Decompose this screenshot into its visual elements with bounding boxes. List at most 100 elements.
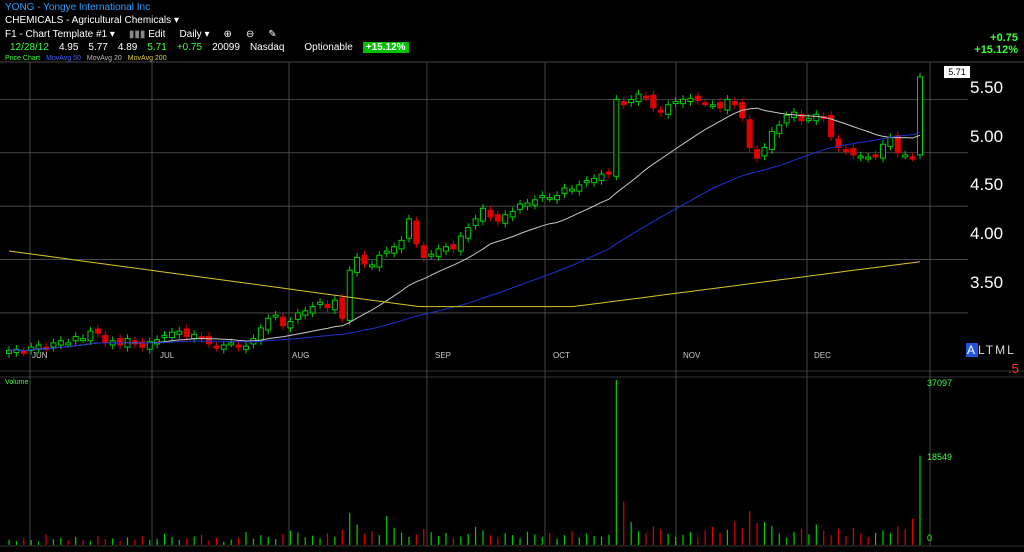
volume-bar	[289, 530, 292, 545]
candle-body	[761, 146, 768, 157]
candle-body	[94, 328, 101, 334]
candle-body	[20, 350, 27, 354]
candle-body	[642, 95, 649, 99]
month-label: DEC	[814, 351, 831, 360]
volume-bar	[815, 524, 817, 545]
candle-body	[317, 301, 324, 305]
volume-bar	[860, 533, 862, 545]
volume-bar	[519, 538, 521, 545]
candle-body	[509, 211, 516, 218]
volume-bar	[238, 537, 240, 545]
volume-bar	[852, 527, 854, 545]
volume-bar	[460, 536, 462, 545]
candle-body	[376, 254, 383, 268]
volume-bar	[800, 528, 803, 545]
volume-bar	[778, 533, 780, 545]
volume-bar	[408, 536, 410, 545]
volume-bar	[378, 535, 380, 545]
candle-body	[813, 113, 820, 122]
volume-bar	[319, 538, 321, 545]
volume-tick: 0	[927, 533, 933, 543]
candle-body	[517, 203, 524, 210]
candle-body	[694, 95, 701, 101]
altml-tag[interactable]: ALTML	[966, 343, 1016, 357]
volume-bar	[911, 518, 914, 545]
volume-bar	[830, 535, 832, 545]
candle-body	[554, 194, 561, 201]
candle-body	[805, 118, 812, 122]
candle-body	[480, 207, 487, 222]
volume-bar	[712, 526, 714, 545]
price-tick: 3.50	[970, 273, 1004, 292]
volume-bar	[223, 541, 225, 545]
volume-bar	[452, 537, 454, 545]
volume-bar	[571, 531, 573, 545]
volume-bar	[341, 529, 343, 545]
candle-body	[842, 149, 849, 153]
candle-body	[776, 124, 783, 135]
price-tick: 5.50	[970, 78, 1004, 97]
candle-body	[294, 312, 301, 320]
volume-bar	[637, 531, 640, 545]
candle-body	[568, 188, 575, 192]
candle-body	[465, 227, 472, 239]
candle-body	[917, 76, 923, 156]
volume-bar	[371, 531, 373, 545]
volume-bar	[741, 528, 743, 545]
volume-bar	[674, 536, 677, 545]
candle-body	[220, 344, 227, 350]
candle-body	[605, 171, 612, 175]
volume-bar	[556, 538, 558, 545]
volume-bar	[149, 540, 151, 545]
volume-bar	[23, 538, 25, 545]
candle-body	[865, 156, 872, 160]
candle-body	[583, 180, 590, 184]
candle-body	[894, 135, 901, 154]
volume-bar	[756, 523, 758, 545]
candle-body	[872, 154, 879, 158]
current-price-tag: 5.71	[944, 66, 970, 78]
price-chart[interactable]	[0, 0, 1024, 552]
volume-bar	[400, 532, 403, 545]
volume-bar	[704, 530, 706, 545]
candle-body	[280, 316, 287, 327]
candle-body	[428, 253, 435, 257]
candle-body	[502, 214, 509, 224]
candle-body	[442, 246, 449, 252]
candle-body	[665, 104, 672, 115]
volume-bar	[882, 530, 884, 545]
candle-body	[687, 97, 694, 103]
month-label: SEP	[435, 351, 452, 360]
candle-body	[494, 214, 501, 222]
candle-body	[361, 254, 368, 265]
volume-bar	[297, 532, 299, 545]
month-label: JUN	[32, 351, 48, 360]
volume-bar	[82, 539, 84, 545]
volume-bar	[837, 528, 840, 545]
volume-bar	[230, 539, 232, 545]
volume-bar	[586, 533, 588, 545]
volume-bar	[793, 532, 795, 545]
candle-body	[265, 317, 272, 331]
volume-bar	[275, 539, 277, 545]
candle-body	[472, 218, 479, 226]
volume-bar	[186, 538, 188, 545]
volume-bar	[45, 534, 47, 545]
volume-bar	[697, 537, 699, 545]
volume-bar	[260, 535, 262, 545]
candle-body	[6, 349, 12, 355]
candle-body	[398, 239, 405, 250]
volume-bar	[823, 530, 825, 545]
volume-bar	[615, 380, 617, 545]
volume-bar	[393, 527, 395, 545]
candle-body	[746, 119, 753, 148]
candle-body	[383, 250, 390, 254]
candle-body	[650, 94, 657, 109]
volume-bar	[252, 538, 255, 545]
candle-body	[102, 334, 109, 344]
volume-bar	[163, 533, 166, 545]
candle-body	[902, 154, 909, 158]
candle-body	[702, 102, 709, 106]
candle-body	[80, 338, 87, 342]
volume-bar	[89, 540, 92, 545]
